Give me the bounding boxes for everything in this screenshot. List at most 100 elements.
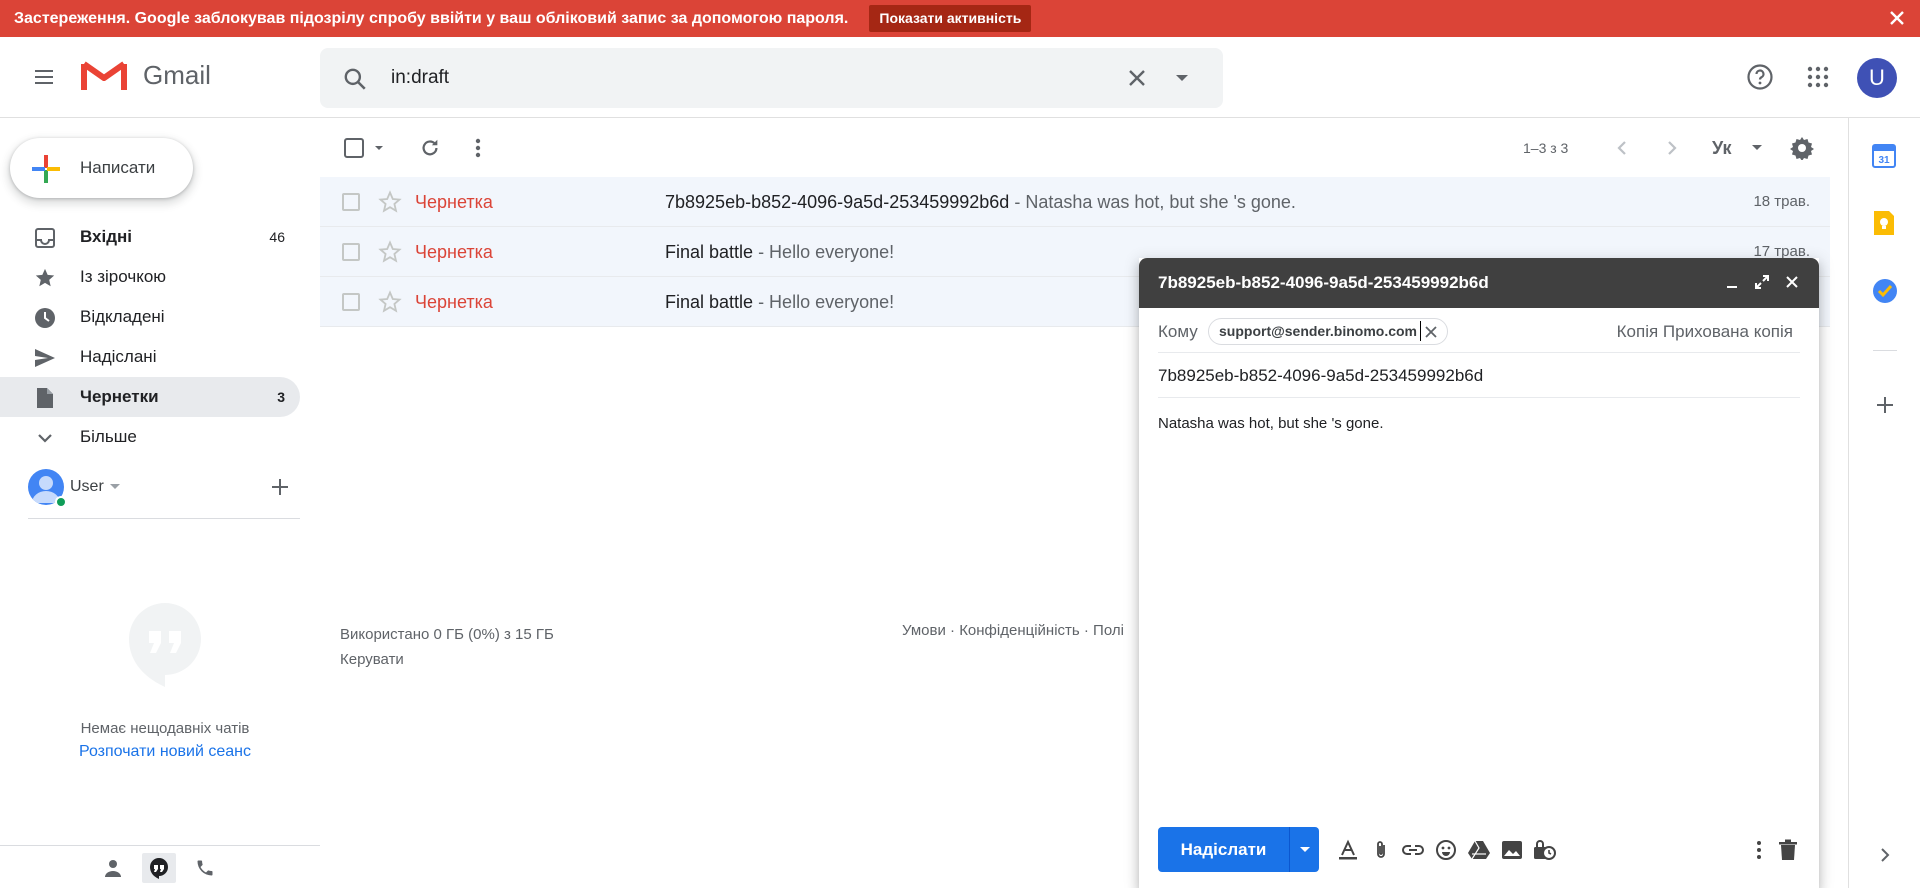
link-icon[interactable] xyxy=(1401,838,1425,862)
clear-search-icon[interactable] xyxy=(1126,67,1148,89)
security-warning-bar: Застереження. Google заблокував підозріл… xyxy=(0,0,1920,37)
add-chat-icon[interactable] xyxy=(270,477,290,497)
calendar-icon[interactable]: 31 xyxy=(1872,142,1898,168)
divider xyxy=(0,845,320,846)
mail-toolbar: 1–3 з 3 Ук xyxy=(320,128,1830,168)
sidebar-item-drafts[interactable]: Чернетки 3 xyxy=(0,377,300,417)
add-addon-icon[interactable] xyxy=(1872,392,1898,418)
main-menu-button[interactable] xyxy=(24,57,64,97)
footer-links[interactable]: Умови · Конфіденційність · Полі xyxy=(902,622,1124,639)
message-subject: 7b8925eb-b852-4096-9a5d-253459992b6d - N… xyxy=(665,192,1296,213)
more-vert-icon[interactable] xyxy=(458,128,498,168)
draft-count: 3 xyxy=(277,389,285,405)
chevron-down-icon xyxy=(34,427,56,449)
row-checkbox[interactable] xyxy=(342,193,360,211)
hangouts-tab[interactable] xyxy=(142,853,176,883)
send-button-group: Надіслати xyxy=(1158,827,1319,872)
star-outline-icon[interactable] xyxy=(378,240,402,264)
caret-down-icon[interactable] xyxy=(1747,128,1767,168)
row-checkbox[interactable] xyxy=(342,243,360,261)
subject-text: Final battle xyxy=(665,242,754,262)
account-avatar[interactable]: U xyxy=(1857,58,1897,98)
contacts-tab[interactable] xyxy=(96,853,130,883)
more-options-icon[interactable] xyxy=(1747,838,1771,862)
keep-icon[interactable] xyxy=(1872,210,1898,236)
send-button[interactable]: Надіслати xyxy=(1158,827,1289,872)
tasks-icon[interactable] xyxy=(1872,278,1898,304)
message-subject: Final battle - Hello everyone! xyxy=(665,242,894,263)
apps-grid-icon[interactable] xyxy=(1798,57,1838,97)
hangouts-user[interactable]: User xyxy=(28,469,300,508)
subject-text: Final battle xyxy=(665,292,754,312)
subject-text: 7b8925eb-b852-4096-9a5d-253459992b6d xyxy=(665,192,1010,212)
phone-icon xyxy=(197,860,213,876)
sidebar-item-more[interactable]: Більше xyxy=(0,417,300,457)
star-outline-icon[interactable] xyxy=(378,190,402,214)
close-icon[interactable] xyxy=(1785,275,1799,289)
gmail-logo[interactable]: Gmail xyxy=(81,58,211,92)
sidebar-item-inbox[interactable]: Вхідні 46 xyxy=(0,217,300,257)
search-input[interactable]: in:draft xyxy=(391,67,449,89)
input-tools-language[interactable]: Ук xyxy=(1712,138,1732,159)
table-row[interactable]: Чернетка 7b8925eb-b852-4096-9a5d-2534599… xyxy=(320,177,1830,227)
to-label: Кому xyxy=(1158,322,1198,341)
manage-storage-link[interactable]: Керувати xyxy=(340,647,554,672)
select-all-checkbox[interactable] xyxy=(340,128,390,168)
storage-usage: Використано 0 ГБ (0%) з 15 ГБ xyxy=(340,626,554,643)
divider xyxy=(28,518,300,519)
show-activity-button[interactable]: Показати активність xyxy=(869,5,1032,32)
help-icon[interactable] xyxy=(1740,57,1780,97)
sidebar-nav: Вхідні 46 Із зірочкою Відкладені Надісла… xyxy=(0,217,300,457)
search-bar[interactable]: in:draft xyxy=(320,48,1223,108)
close-icon[interactable] xyxy=(1888,9,1906,27)
formatting-icon[interactable] xyxy=(1336,838,1360,862)
start-new-session-link[interactable]: Розпочати новий сеанс xyxy=(0,743,330,761)
minimize-icon[interactable] xyxy=(1725,275,1739,289)
divider xyxy=(1873,350,1897,351)
sidebar-item-sent[interactable]: Надіслані xyxy=(0,337,300,377)
text-cursor xyxy=(1420,321,1421,341)
attach-icon[interactable] xyxy=(1369,838,1393,862)
drive-icon[interactable] xyxy=(1467,838,1491,862)
star-outline-icon[interactable] xyxy=(378,290,402,314)
message-date: 18 трав. xyxy=(1753,193,1810,210)
remove-recipient-icon[interactable] xyxy=(1425,326,1437,338)
sidebar-item-snoozed[interactable]: Відкладені xyxy=(0,297,300,337)
chevron-right-icon[interactable] xyxy=(1872,842,1898,868)
sidebar-item-starred[interactable]: Із зірочкою xyxy=(0,257,300,297)
warning-text: Застереження. Google заблокував підозріл… xyxy=(14,9,849,27)
recipient-chip[interactable]: support@sender.binomo.com xyxy=(1208,318,1449,345)
confidential-mode-icon[interactable] xyxy=(1533,838,1557,862)
svg-text:31: 31 xyxy=(1878,155,1890,166)
photo-icon[interactable] xyxy=(1500,838,1524,862)
compose-label: Написати xyxy=(80,158,156,177)
emoji-icon[interactable] xyxy=(1434,838,1458,862)
send-options-button[interactable] xyxy=(1289,827,1319,872)
storage-info: Використано 0 ГБ (0%) з 15 ГБ Керувати xyxy=(340,622,554,672)
settings-gear-icon[interactable] xyxy=(1782,128,1822,168)
caret-down-icon[interactable] xyxy=(110,484,120,490)
star-icon xyxy=(34,267,56,289)
search-icon[interactable] xyxy=(342,66,368,92)
chevron-right-icon[interactable] xyxy=(1657,128,1687,168)
hamburger-icon xyxy=(35,70,53,84)
caret-down-icon xyxy=(1299,846,1310,852)
compose-header[interactable]: 7b8925eb-b852-4096-9a5d-253459992b6d xyxy=(1139,258,1819,308)
row-checkbox[interactable] xyxy=(342,293,360,311)
phone-tab[interactable] xyxy=(188,853,222,883)
message-subject: Final battle - Hello everyone! xyxy=(665,292,894,313)
recipients-field[interactable]: Кому support@sender.binomo.com Копія При… xyxy=(1158,308,1800,353)
chevron-left-icon[interactable] xyxy=(1607,128,1637,168)
refresh-icon[interactable] xyxy=(410,128,450,168)
cc-bcc-links[interactable]: Копія Прихована копія xyxy=(1617,322,1793,342)
compose-button[interactable]: Написати xyxy=(10,138,193,198)
discard-trash-icon[interactable] xyxy=(1776,838,1800,862)
no-recent-chats: Немає нещодавніх чатів xyxy=(80,720,250,737)
search-options-icon[interactable] xyxy=(1174,71,1190,85)
fullscreen-icon[interactable] xyxy=(1755,275,1769,289)
subject-field[interactable]: 7b8925eb-b852-4096-9a5d-253459992b6d xyxy=(1158,353,1800,398)
unread-count: 46 xyxy=(269,229,285,245)
draft-icon xyxy=(34,387,56,409)
message-body[interactable]: Natasha was hot, but she 's gone. xyxy=(1158,415,1384,432)
draft-label: Чернетка xyxy=(415,292,493,312)
